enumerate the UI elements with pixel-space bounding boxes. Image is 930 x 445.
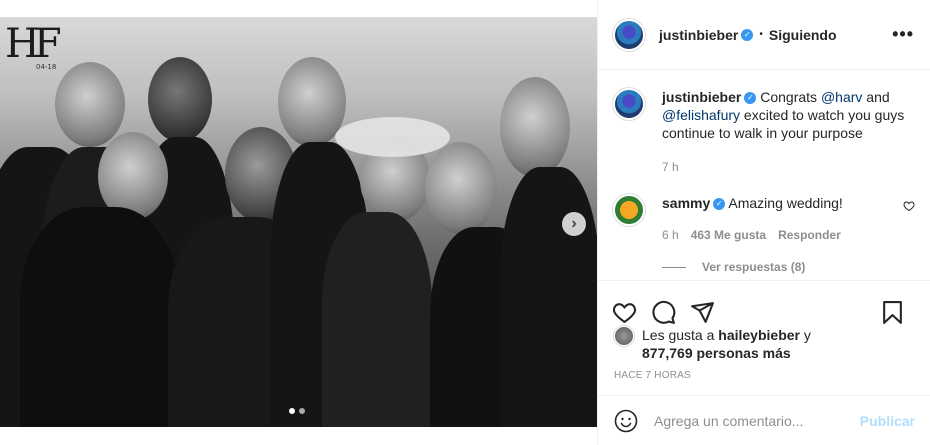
comment-username[interactable]: sammy: [662, 195, 710, 211]
post-header: justinbieber ✓ • Siguiendo •••: [598, 0, 930, 70]
avatar[interactable]: [614, 326, 634, 346]
comment-input[interactable]: [654, 412, 860, 429]
photo-figure: [425, 142, 497, 234]
carousel-dot: [289, 408, 295, 414]
post-photo[interactable]: HF 04-18 ›: [0, 17, 597, 427]
liker-username[interactable]: haileybieber: [718, 327, 800, 343]
action-bar: [598, 280, 930, 332]
comment-likes[interactable]: 463 Me gusta: [691, 226, 766, 244]
avatar[interactable]: [613, 18, 645, 51]
post-timestamp[interactable]: HACE 7 HORAS: [614, 370, 691, 381]
add-comment-bar: Publicar: [598, 395, 930, 445]
paper-plane-icon: [691, 302, 714, 323]
comment-body: sammy ✓ Amazing wedding! 6 h 463 Me gusta…: [662, 194, 903, 244]
likes-suffix: y: [799, 327, 811, 343]
post-side-panel: justinbieber ✓ • Siguiendo ••• justinbie…: [597, 0, 930, 445]
view-replies-button[interactable]: Ver respuestas (8): [662, 260, 915, 274]
header-username[interactable]: justinbieber: [659, 27, 738, 43]
share-button[interactable]: [690, 300, 715, 325]
caption-text: Congrats: [756, 89, 821, 105]
comment-button[interactable]: [651, 300, 676, 325]
comments-section[interactable]: justinbieber ✓ Congrats @harv and @felish…: [598, 71, 930, 279]
comment-bubble-icon: [652, 300, 676, 324]
chevron-right-icon: ›: [571, 215, 577, 232]
photo-figure: [322, 212, 432, 427]
caption-time[interactable]: 7 h: [662, 158, 679, 176]
like-button[interactable]: [612, 300, 637, 325]
verified-badge-icon: ✓: [744, 92, 757, 105]
caption-body: justinbieber ✓ Congrats @harv and @felish…: [662, 88, 915, 176]
instagram-post: HF 04-18 › justinbieber ✓ • Siguiendo ••…: [0, 0, 930, 445]
comment-text: Amazing wedding!: [728, 195, 843, 211]
photo-hat: [335, 117, 450, 157]
replies-divider: [662, 266, 686, 268]
comment-meta: 6 h 463 Me gusta Responder: [662, 226, 903, 244]
bookmark-icon: [883, 301, 902, 324]
publish-button[interactable]: Publicar: [860, 413, 915, 429]
more-options-icon[interactable]: •••: [892, 24, 914, 45]
following-button[interactable]: Siguiendo: [769, 27, 837, 43]
photo-figure: [148, 57, 212, 142]
likes-count[interactable]: 877,769 personas más: [642, 345, 791, 361]
monogram-date: 04-18: [36, 63, 57, 71]
verified-badge-icon: ✓: [713, 198, 726, 211]
separator-dot: •: [759, 29, 763, 40]
comment-item: sammy ✓ Amazing wedding! 6 h 463 Me gusta…: [613, 194, 915, 244]
photo-figure: [500, 77, 570, 177]
photo-figure: [500, 167, 597, 427]
carousel-next-button[interactable]: ›: [562, 212, 586, 236]
carousel-dot: [299, 408, 305, 414]
likes-summary: Les gusta a haileybieber y 877,769 perso…: [614, 326, 924, 362]
caption-meta: 7 h: [662, 158, 915, 176]
carousel-indicator: [289, 408, 305, 414]
reply-button[interactable]: Responder: [778, 226, 841, 244]
likes-text: Les gusta a haileybieber y 877,769 perso…: [642, 326, 811, 362]
save-button[interactable]: [880, 300, 905, 325]
mention-link[interactable]: @harv: [821, 89, 862, 105]
monogram-logo: HF: [5, 21, 62, 67]
mention-link[interactable]: @felishafury: [662, 107, 740, 123]
verified-badge-icon: ✓: [741, 28, 754, 41]
caption: justinbieber ✓ Congrats @harv and @felish…: [613, 88, 915, 176]
heart-icon: [612, 303, 637, 324]
likes-prefix: Les gusta a: [642, 327, 719, 343]
header-user: justinbieber ✓ • Siguiendo: [659, 27, 837, 43]
caption-username[interactable]: justinbieber: [662, 89, 741, 105]
avatar[interactable]: [613, 194, 645, 226]
comment-like-icon[interactable]: [903, 200, 915, 244]
photo-figure: [55, 62, 125, 147]
avatar[interactable]: [613, 88, 645, 120]
comment-time[interactable]: 6 h: [662, 226, 679, 244]
caption-text: and: [862, 89, 890, 105]
photo-figure: [20, 207, 180, 427]
view-replies-label: Ver respuestas (8): [702, 260, 806, 274]
emoji-icon[interactable]: [614, 409, 638, 433]
